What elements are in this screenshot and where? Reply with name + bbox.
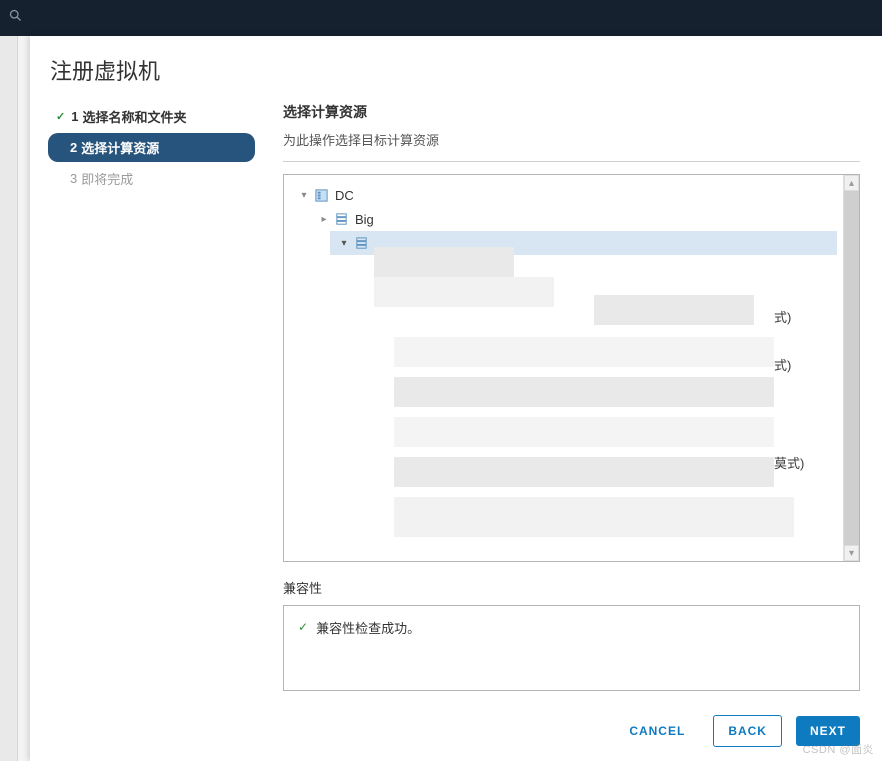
cluster-icon [334, 212, 349, 227]
datacenter-icon [314, 188, 329, 203]
separator [283, 161, 860, 162]
obscured-suffix: 莫式) [774, 453, 804, 472]
chevron-down-icon[interactable]: ▾ [338, 238, 350, 249]
chevron-down-icon[interactable]: ▾ [298, 190, 310, 201]
tree-node-datacenter[interactable]: ▾ DC [288, 183, 839, 207]
next-button[interactable]: NEXT [796, 716, 860, 746]
wizard-step-compute-resource[interactable]: 2 选择计算资源 [48, 133, 255, 162]
step-label: 选择名称和文件夹 [82, 107, 186, 126]
redacted-area [334, 247, 843, 547]
back-button[interactable]: BACK [713, 715, 782, 747]
wizard-steps: ✓ 1 选择名称和文件夹 2 选择计算资源 3 即将完成 [30, 102, 255, 701]
tree-node-cluster-big[interactable]: ▸ Big [288, 207, 839, 231]
app-topbar [0, 0, 882, 36]
scroll-up-arrow-icon[interactable]: ▴ [844, 175, 859, 191]
wizard-title: 注册虚拟机 [30, 36, 882, 102]
wizard-step-ready: 3 即将完成 [48, 164, 255, 193]
compute-resource-tree[interactable]: ▾ DC ▸ Big ▾ [284, 175, 843, 561]
register-vm-wizard: 注册虚拟机 ✓ 1 选择名称和文件夹 2 选择计算资源 3 即将完成 选择计算资… [30, 36, 882, 761]
content-subheading: 为此操作选择目标计算资源 [283, 130, 860, 149]
check-icon: ✓ [298, 618, 308, 636]
wizard-footer: CANCEL BACK NEXT [30, 701, 882, 761]
tree-node-label: DC [335, 188, 354, 203]
compute-resource-tree-box: ▾ DC ▸ Big ▾ [283, 174, 860, 562]
step-number: 1 [71, 109, 78, 124]
step-label: 即将完成 [81, 169, 133, 188]
step-label: 选择计算资源 [81, 138, 159, 157]
wizard-body: ✓ 1 选择名称和文件夹 2 选择计算资源 3 即将完成 选择计算资源 为此操作… [30, 102, 882, 701]
tree-node-label: Big [355, 212, 374, 227]
scrollbar-thumb[interactable] [844, 191, 859, 545]
check-icon: ✓ [56, 110, 65, 123]
step-number: 2 [70, 140, 77, 155]
cancel-button[interactable]: CANCEL [615, 716, 699, 746]
wizard-step-name-folder[interactable]: ✓ 1 选择名称和文件夹 [48, 102, 255, 131]
compatibility-section-label: 兼容性 [283, 578, 860, 597]
obscured-suffix: 式) [774, 355, 791, 374]
background-left-panel [0, 36, 18, 761]
search-icon[interactable] [8, 8, 23, 28]
scroll-down-arrow-icon[interactable]: ▾ [844, 545, 859, 561]
obscured-suffix: 式) [774, 307, 791, 326]
compatibility-status-text: 兼容性检查成功。 [316, 618, 420, 637]
chevron-right-icon[interactable]: ▸ [318, 214, 330, 225]
compatibility-status-box: ✓ 兼容性检查成功。 [283, 605, 860, 691]
tree-scrollbar[interactable]: ▴ ▾ [843, 175, 859, 561]
tree-node-selected-cluster[interactable]: ▾ [330, 231, 837, 255]
step-number: 3 [70, 171, 77, 186]
content-heading: 选择计算资源 [283, 102, 860, 122]
cluster-icon [354, 236, 369, 251]
wizard-content: 选择计算资源 为此操作选择目标计算资源 ▾ DC ▸ [255, 102, 882, 701]
